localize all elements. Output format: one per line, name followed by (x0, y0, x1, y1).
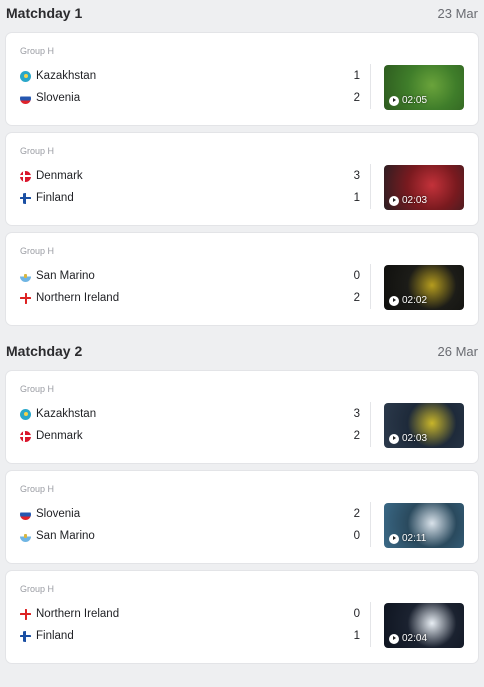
slovenia-flag-icon (20, 92, 31, 104)
play-icon (389, 295, 399, 306)
match-card[interactable]: Group H San Marino 0 Northern Ireland 2 02:02 (6, 233, 478, 325)
group-label: Group H (20, 246, 55, 256)
denmark-flag-icon (20, 170, 31, 182)
fixtures-list: Matchday 1 23 Mar Group H Kazakhstan 1 Sloven… (0, 1, 484, 663)
away-team-row: Denmark 2 (20, 428, 360, 444)
matchday-header: Matchday 1 23 Mar (6, 1, 478, 25)
away-team-score: 0 (353, 530, 360, 542)
play-icon (389, 533, 399, 544)
kazakhstan-flag-icon (20, 70, 31, 82)
san-marino-flag-icon (20, 530, 31, 542)
card-divider (370, 164, 371, 209)
home-team-score: 3 (353, 170, 360, 182)
matchday-section: Matchday 2 26 Mar Group H Kazakhstan 3 Denmar… (6, 339, 478, 663)
away-team-score: 2 (353, 92, 360, 104)
finland-flag-icon (20, 630, 31, 642)
home-team-score: 2 (353, 508, 360, 520)
card-divider (370, 402, 371, 447)
video-duration: 02:11 (402, 533, 427, 544)
play-icon (389, 433, 399, 444)
highlight-video-thumbnail[interactable]: 02:05 (384, 65, 464, 110)
highlight-video-thumbnail[interactable]: 02:11 (384, 503, 464, 548)
away-team-score: 2 (353, 430, 360, 442)
video-duration: 02:03 (402, 195, 428, 206)
matchday-title: Matchday 1 (6, 5, 83, 21)
matchday-date: 26 Mar (437, 343, 478, 359)
match-card[interactable]: Group H Denmark 3 Finland 1 02:03 (6, 133, 478, 225)
group-label: Group H (20, 484, 55, 494)
slovenia-flag-icon (20, 508, 31, 520)
northern-ireland-flag-icon (20, 608, 31, 620)
matchday-title: Matchday 2 (6, 343, 83, 359)
home-team-name: San Marino (36, 270, 95, 282)
match-card[interactable]: Group H Kazakhstan 1 Slovenia 2 02:05 (6, 33, 478, 125)
play-icon (389, 633, 399, 644)
video-duration-badge: 02:02 (389, 295, 427, 306)
video-duration-badge: 02:03 (389, 433, 427, 444)
play-icon (389, 95, 399, 106)
away-team-name: Slovenia (36, 92, 81, 104)
home-team-name: Northern Ireland (36, 608, 120, 620)
home-team-score: 3 (353, 408, 360, 420)
video-duration: 02:02 (402, 295, 428, 306)
video-duration-badge: 02:11 (389, 533, 426, 544)
matchday-date: 23 Mar (437, 5, 478, 21)
highlight-video-thumbnail[interactable]: 02:02 (384, 265, 464, 310)
kazakhstan-flag-icon (20, 408, 31, 420)
home-team-score: 0 (353, 608, 360, 620)
video-duration-badge: 02:05 (389, 95, 427, 106)
highlight-video-thumbnail[interactable]: 02:03 (384, 165, 464, 210)
away-team-row: Northern Ireland 2 (20, 290, 360, 306)
home-team-row: San Marino 0 (20, 268, 360, 284)
home-team-row: Kazakhstan 3 (20, 406, 360, 422)
away-team-name: Denmark (36, 430, 83, 442)
away-team-row: Slovenia 2 (20, 90, 360, 106)
group-label: Group H (20, 46, 55, 56)
away-team-name: Northern Ireland (36, 292, 120, 304)
home-team-row: Northern Ireland 0 (20, 606, 360, 622)
play-icon (389, 195, 399, 206)
san-marino-flag-icon (20, 270, 31, 282)
home-team-name: Kazakhstan (36, 408, 97, 420)
match-card[interactable]: Group H Slovenia 2 San Marino 0 02:11 (6, 471, 478, 563)
highlight-video-thumbnail[interactable]: 02:03 (384, 403, 464, 448)
video-duration: 02:05 (402, 95, 428, 106)
matchday-section: Matchday 1 23 Mar Group H Kazakhstan 1 Sloven… (6, 1, 478, 325)
finland-flag-icon (20, 192, 31, 204)
away-team-score: 2 (353, 292, 360, 304)
match-card[interactable]: Group H Northern Ireland 0 Finland 1 02:04 (6, 571, 478, 663)
denmark-flag-icon (20, 430, 31, 442)
group-label: Group H (20, 384, 55, 394)
away-team-score: 1 (353, 630, 360, 642)
highlight-video-thumbnail[interactable]: 02:04 (384, 603, 464, 648)
video-duration-badge: 02:04 (389, 633, 427, 644)
match-card[interactable]: Group H Kazakhstan 3 Denmark 2 02:03 (6, 371, 478, 463)
away-team-row: Finland 1 (20, 628, 360, 644)
away-team-row: Finland 1 (20, 190, 360, 206)
card-divider (370, 64, 371, 109)
video-duration-badge: 02:03 (389, 195, 427, 206)
home-team-row: Denmark 3 (20, 168, 360, 184)
video-duration: 02:03 (402, 433, 428, 444)
matchday-header: Matchday 2 26 Mar (6, 339, 478, 363)
card-divider (370, 502, 371, 547)
card-divider (370, 264, 371, 309)
card-divider (370, 602, 371, 647)
home-team-score: 0 (353, 270, 360, 282)
group-label: Group H (20, 146, 55, 156)
northern-ireland-flag-icon (20, 292, 31, 304)
home-team-name: Denmark (36, 170, 83, 182)
home-team-row: Kazakhstan 1 (20, 68, 360, 84)
away-team-row: San Marino 0 (20, 528, 360, 544)
away-team-score: 1 (353, 192, 360, 204)
group-label: Group H (20, 584, 55, 594)
home-team-name: Kazakhstan (36, 70, 97, 82)
away-team-name: Finland (36, 192, 74, 204)
home-team-score: 1 (353, 70, 360, 82)
video-duration: 02:04 (402, 633, 428, 644)
away-team-name: San Marino (36, 530, 95, 542)
home-team-name: Slovenia (36, 508, 81, 520)
home-team-row: Slovenia 2 (20, 506, 360, 522)
away-team-name: Finland (36, 630, 74, 642)
